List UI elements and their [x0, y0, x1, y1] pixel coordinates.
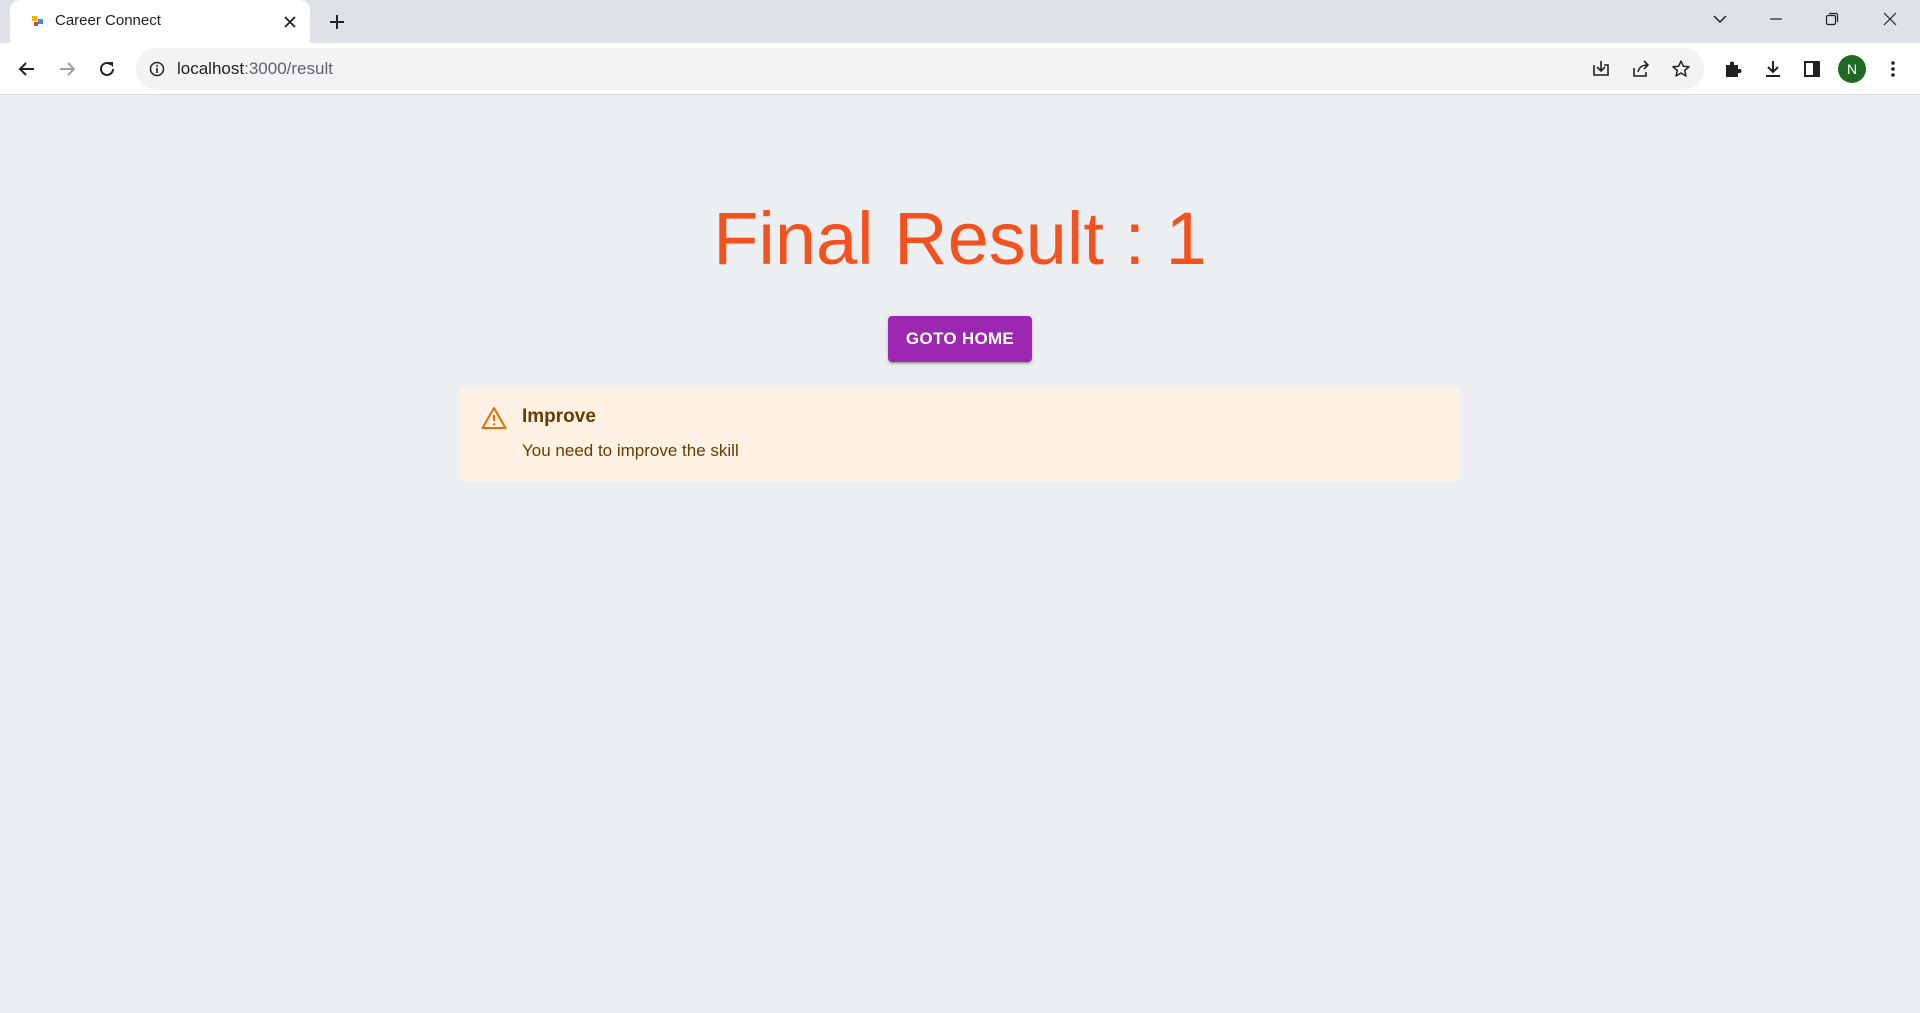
tab-close-icon[interactable] [280, 12, 300, 32]
tab-strip: Career Connect [0, 0, 1920, 43]
url-path: :3000/result [244, 59, 333, 78]
tab-title: Career Connect [55, 12, 161, 29]
window-close-icon[interactable] [1862, 0, 1918, 38]
alert-message: You need to improve the skill [522, 441, 739, 460]
warning-triangle-icon [480, 404, 508, 432]
downloads-icon[interactable] [1760, 56, 1786, 82]
extensions-puzzle-icon[interactable] [1720, 56, 1746, 82]
site-info-icon[interactable] [148, 60, 166, 78]
bookmark-star-icon[interactable] [1670, 58, 1692, 80]
tab-search-chevron-down-icon[interactable] [1692, 0, 1748, 38]
restore-icon[interactable] [1804, 0, 1860, 38]
goto-home-button[interactable]: GOTO HOME [888, 316, 1032, 362]
alert-title: Improve [522, 406, 596, 427]
profile-avatar[interactable]: N [1838, 55, 1866, 83]
minimize-icon[interactable] [1748, 0, 1804, 38]
url-text[interactable]: localhost:3000/result [177, 59, 333, 79]
back-arrow-left-icon[interactable] [12, 54, 42, 84]
kebab-menu-icon[interactable] [1880, 56, 1906, 82]
forward-arrow-right-icon[interactable] [52, 54, 82, 84]
url-host: localhost [177, 59, 245, 78]
reload-icon[interactable] [92, 54, 122, 84]
page-content: Final Result : 1 GOTO HOME Improve You n… [0, 96, 1920, 1013]
install-icon[interactable] [1590, 58, 1612, 80]
final-result-title: Final Result : 1 [713, 197, 1207, 280]
address-bar[interactable]: localhost:3000/result [136, 48, 1704, 90]
app-favicon-icon [30, 13, 46, 29]
new-tab-plus-icon[interactable] [323, 10, 351, 34]
warning-alert: Improve You need to improve the skill [460, 388, 1460, 482]
share-icon[interactable] [1630, 58, 1652, 80]
browser-toolbar: localhost:3000/result [0, 43, 1920, 95]
browser-tab[interactable]: Career Connect [10, 0, 310, 43]
side-panel-icon[interactable] [1799, 56, 1825, 82]
